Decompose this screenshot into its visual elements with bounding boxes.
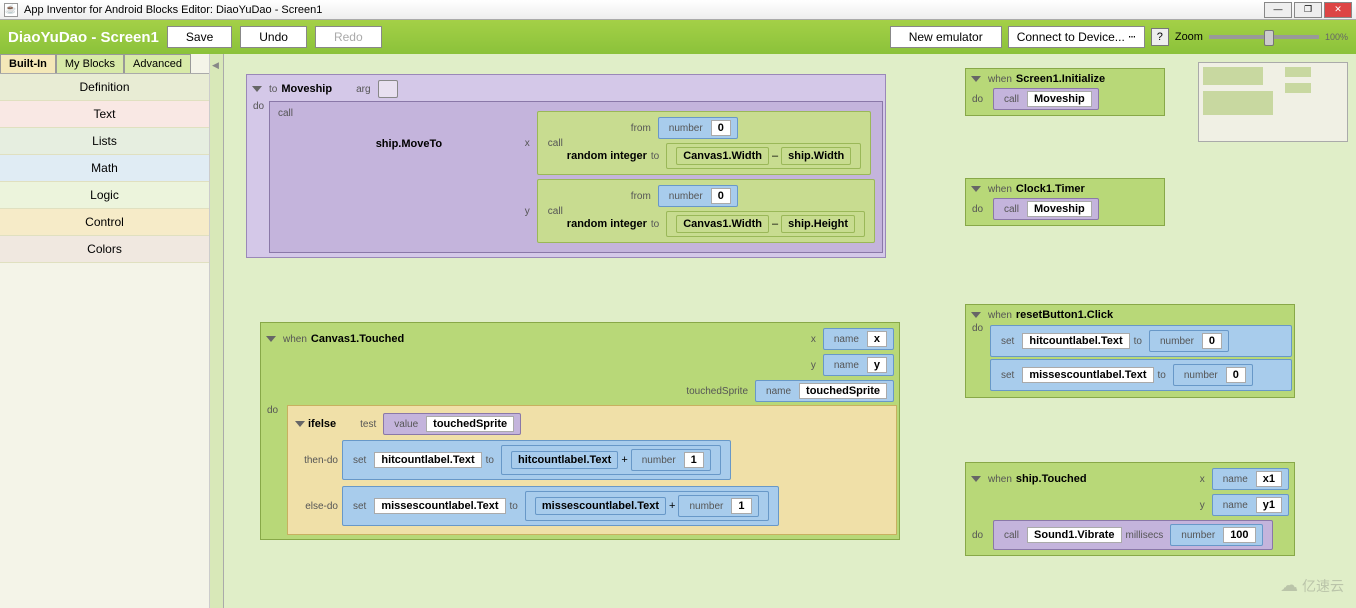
sidebar: Built-In My Blocks Advanced Definition T… — [0, 54, 210, 608]
ifelse-block[interactable]: ifelse test valuetouchedSprite then-do s… — [287, 405, 897, 535]
palette-control[interactable]: Control — [0, 209, 209, 236]
connect-device-button[interactable]: Connect to Device... ⵈ — [1008, 26, 1145, 48]
block-ship-touched[interactable]: whenship.Touched x namex1 y namey1 do ca… — [965, 462, 1295, 556]
new-emulator-button[interactable]: New emulator — [890, 26, 1002, 48]
drawer-handle[interactable] — [210, 54, 224, 608]
zoom-slider[interactable] — [1209, 35, 1319, 39]
toolbar: DiaoYuDao - Screen1 Save Undo Redo New e… — [0, 20, 1356, 54]
zoom-percentage: 100% — [1325, 32, 1348, 42]
save-button[interactable]: Save — [167, 26, 232, 48]
tab-builtin[interactable]: Built-In — [0, 54, 56, 73]
tab-advanced[interactable]: Advanced — [124, 54, 191, 73]
palette-logic[interactable]: Logic — [0, 182, 209, 209]
palette-definition[interactable]: Definition — [0, 74, 209, 101]
set-miss[interactable]: set missescountlabel.Text to missescount… — [342, 486, 779, 526]
random-x[interactable]: call from number0 random integer to — [537, 111, 871, 175]
undo-button[interactable]: Undo — [240, 26, 307, 48]
close-button[interactable]: ✕ — [1324, 2, 1352, 18]
block-moveship[interactable]: to Moveship arg do call ship.MoveTo — [246, 74, 886, 258]
tab-myblocks[interactable]: My Blocks — [56, 54, 124, 73]
blocks-canvas[interactable]: to Moveship arg do call ship.MoveTo — [210, 54, 1356, 608]
titlebar: ☕ App Inventor for Android Blocks Editor… — [0, 0, 1356, 20]
java-icon: ☕ — [4, 3, 18, 17]
zoom-label: Zoom — [1175, 31, 1203, 43]
set-hit[interactable]: set hitcountlabel.Text to hitcountlabel.… — [342, 440, 731, 480]
block-initialize[interactable]: whenScreen1.Initialize do callMoveship — [965, 68, 1165, 116]
collapse-icon[interactable] — [266, 336, 276, 342]
random-y[interactable]: call from number0 random integer to — [537, 179, 875, 243]
project-title: DiaoYuDao - Screen1 — [8, 29, 159, 46]
proc-name: Moveship — [281, 83, 332, 95]
block-reset[interactable]: whenresetButton1.Click do sethitcountlab… — [965, 304, 1295, 398]
palette-lists[interactable]: Lists — [0, 128, 209, 155]
palette-text[interactable]: Text — [0, 101, 209, 128]
block-canvas-touched[interactable]: when Canvas1.Touched x namex y namey tou… — [260, 322, 900, 540]
minimap[interactable] — [1198, 62, 1348, 142]
collapse-icon[interactable] — [252, 86, 262, 92]
watermark: ☁ 亿速云 — [1280, 575, 1344, 596]
redo-button[interactable]: Redo — [315, 26, 382, 48]
palette-colors[interactable]: Colors — [0, 236, 209, 263]
help-button[interactable]: ? — [1151, 28, 1169, 46]
palette-math[interactable]: Math — [0, 155, 209, 182]
block-timer[interactable]: whenClock1.Timer do callMoveship — [965, 178, 1165, 226]
maximize-button[interactable]: ❐ — [1294, 2, 1322, 18]
minimize-button[interactable]: — — [1264, 2, 1292, 18]
arg-slot[interactable] — [378, 80, 398, 98]
window-title: App Inventor for Android Blocks Editor: … — [24, 4, 322, 16]
